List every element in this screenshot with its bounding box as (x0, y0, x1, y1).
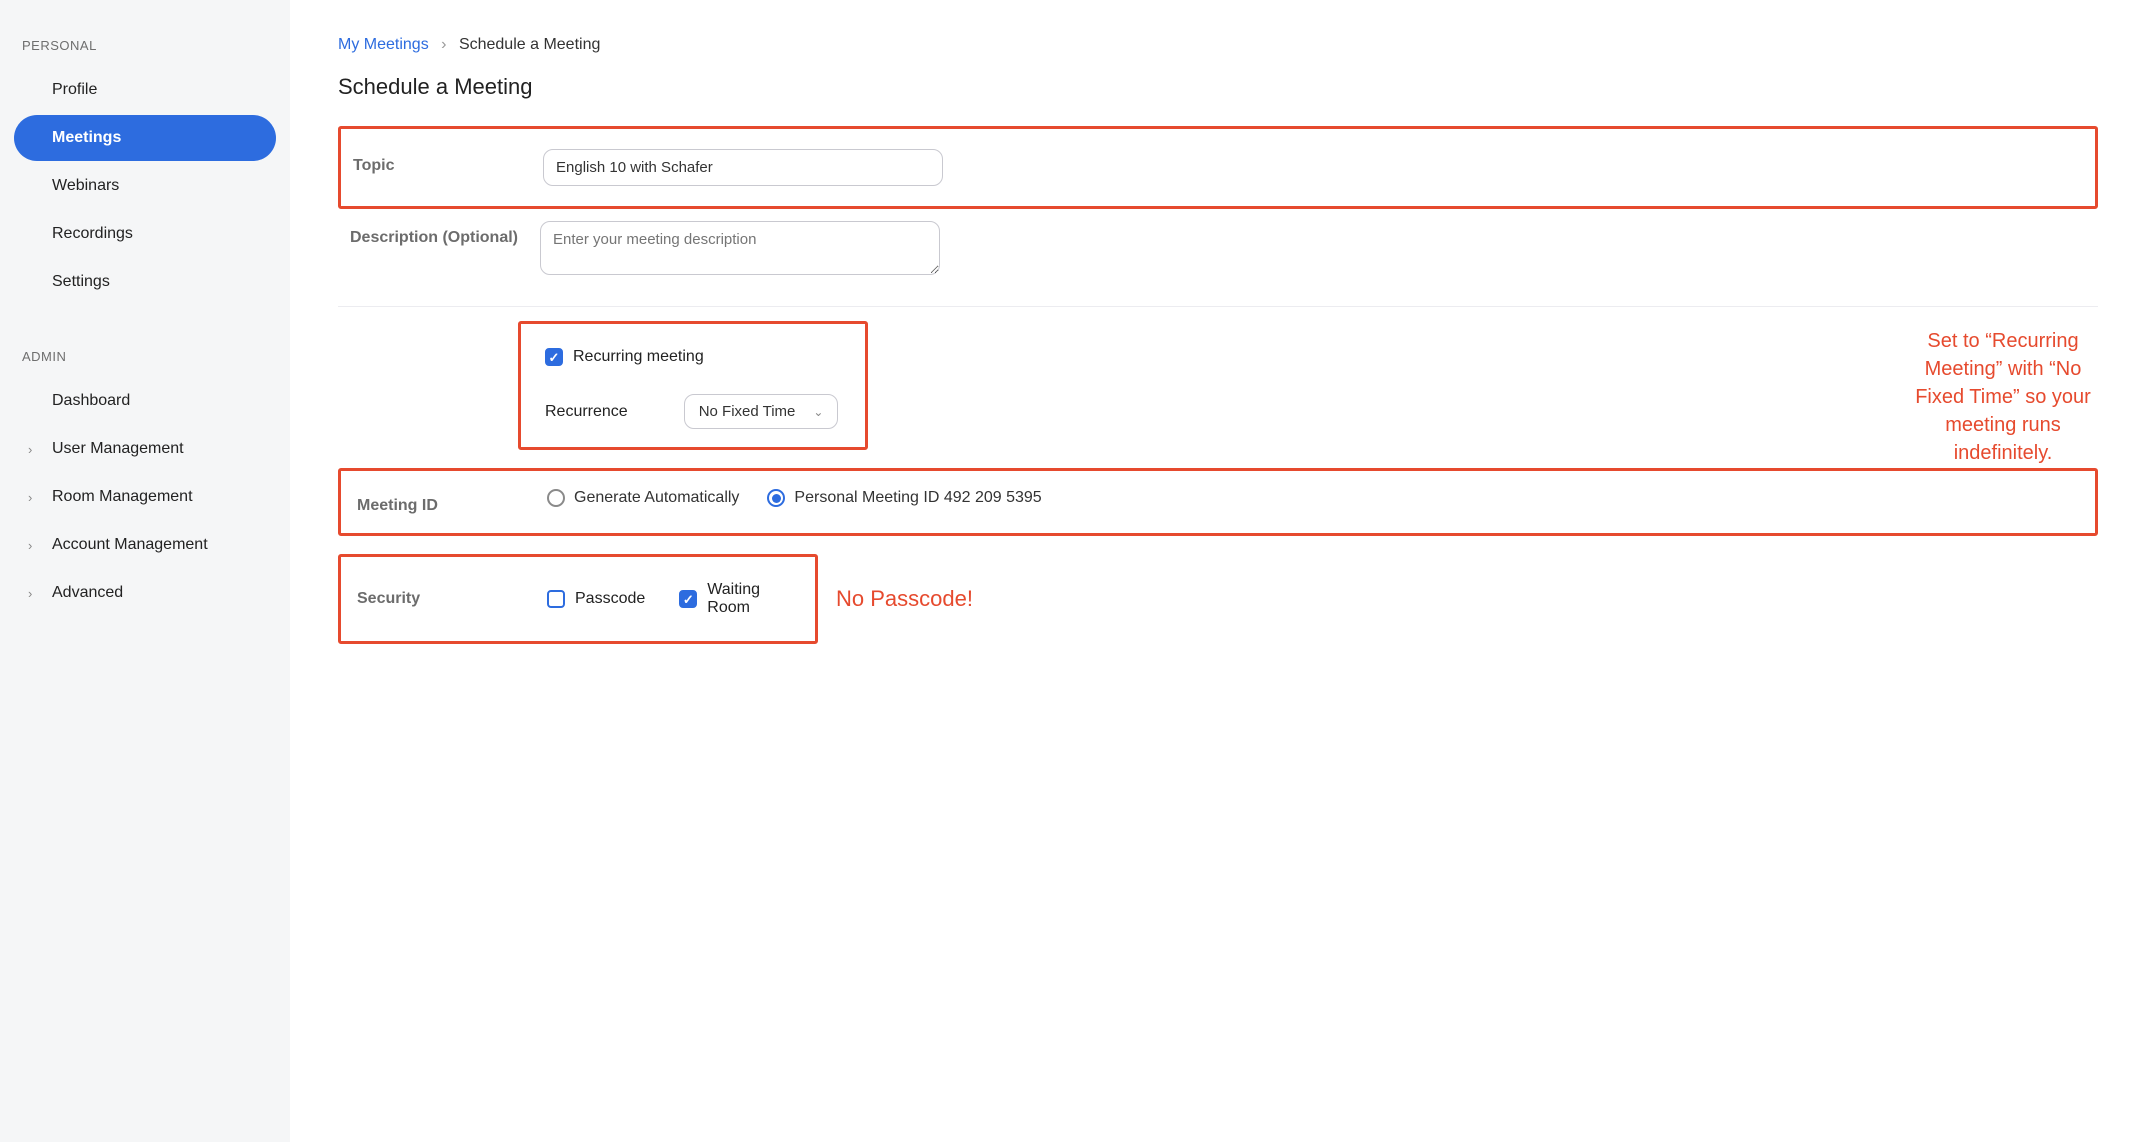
description-input[interactable] (540, 221, 940, 275)
radio-label: Generate Automatically (574, 489, 739, 507)
radio-icon (547, 489, 565, 507)
form-row-meeting-id: Meeting ID Generate Automatically Person… (353, 479, 2083, 525)
sidebar-item-label: Meetings (52, 129, 121, 147)
form-row-topic: Topic (353, 137, 2083, 198)
recurring-checkbox[interactable] (545, 348, 563, 366)
sidebar-item-label: Room Management (52, 488, 193, 506)
recurrence-row: Recurrence No Fixed Time ⌄ (545, 394, 853, 429)
annotation-text-recurring: Set to “Recurring Meeting” with “No Fixe… (1898, 327, 2108, 467)
sidebar-item-dashboard[interactable]: Dashboard (14, 378, 276, 424)
annotation-highlight-meeting-id: Meeting ID Generate Automatically Person… (338, 468, 2098, 536)
radio-icon (767, 489, 785, 507)
annotation-highlight-recurring: Recurring meeting Recurrence No Fixed Ti… (518, 321, 868, 450)
sidebar-item-label: Account Management (52, 536, 208, 554)
sidebar-item-recordings[interactable]: Recordings (14, 211, 276, 257)
radio-label: Personal Meeting ID 492 209 5395 (794, 489, 1041, 507)
sidebar-item-label: Dashboard (52, 392, 130, 410)
waiting-room-checkbox-label: Waiting Room (707, 581, 799, 617)
breadcrumb-current: Schedule a Meeting (459, 36, 600, 53)
annotation-highlight-topic: Topic (338, 126, 2098, 209)
sidebar-item-settings[interactable]: Settings (14, 259, 276, 305)
sidebar-item-label: Webinars (52, 177, 119, 195)
sidebar-item-meetings[interactable]: Meetings (14, 115, 276, 161)
recurring-section: Recurring meeting Recurrence No Fixed Ti… (338, 321, 2098, 450)
sidebar-item-user-management[interactable]: › User Management (14, 426, 276, 472)
recurrence-select-value: No Fixed Time (699, 403, 796, 420)
chevron-right-icon: › (28, 442, 32, 457)
chevron-down-icon: ⌄ (813, 405, 823, 419)
sidebar-section-admin: ADMIN (0, 339, 290, 376)
passcode-checkbox-label: Passcode (575, 590, 645, 608)
annotation-highlight-security: Security Passcode Waiting Room (338, 554, 818, 644)
sidebar-item-profile[interactable]: Profile (14, 67, 276, 113)
label-security: Security (357, 590, 547, 608)
recurring-checkbox-label: Recurring meeting (573, 348, 704, 366)
page-title: Schedule a Meeting (338, 74, 2098, 100)
main-content: My Meetings › Schedule a Meeting Schedul… (290, 0, 2146, 1142)
breadcrumb: My Meetings › Schedule a Meeting (338, 36, 2098, 54)
radio-personal-meeting-id[interactable]: Personal Meeting ID 492 209 5395 (767, 489, 1041, 507)
chevron-right-icon: › (28, 586, 32, 601)
chevron-right-icon: › (28, 538, 32, 553)
topic-input[interactable] (543, 149, 943, 186)
radio-generate-auto[interactable]: Generate Automatically (547, 489, 739, 507)
sidebar-item-account-management[interactable]: › Account Management (14, 522, 276, 568)
form-row-security: Security Passcode Waiting Room (353, 565, 803, 633)
label-meeting-id: Meeting ID (357, 489, 547, 515)
sidebar-item-label: Settings (52, 273, 110, 291)
recurring-checkbox-row[interactable]: Recurring meeting (545, 342, 853, 372)
waiting-room-checkbox-row[interactable]: Waiting Room (679, 575, 799, 623)
chevron-right-icon: › (28, 490, 32, 505)
security-section: Security Passcode Waiting Room No Passco… (338, 554, 2098, 644)
sidebar-item-label: Profile (52, 81, 97, 99)
breadcrumb-separator: › (441, 36, 446, 53)
breadcrumb-parent[interactable]: My Meetings (338, 36, 429, 53)
label-description: Description (Optional) (350, 221, 540, 247)
passcode-checkbox[interactable] (547, 590, 565, 608)
passcode-checkbox-row[interactable]: Passcode (547, 584, 645, 614)
label-topic: Topic (353, 149, 543, 175)
sidebar-item-label: Recordings (52, 225, 133, 243)
sidebar: PERSONAL Profile Meetings Webinars Recor… (0, 0, 290, 1142)
divider (338, 306, 2098, 307)
form-row-description: Description (Optional) (338, 209, 2098, 292)
sidebar-item-webinars[interactable]: Webinars (14, 163, 276, 209)
waiting-room-checkbox[interactable] (679, 590, 697, 608)
sidebar-item-advanced[interactable]: › Advanced (14, 570, 276, 616)
annotation-text-passcode: No Passcode! (836, 584, 973, 615)
label-recurrence: Recurrence (545, 403, 628, 421)
sidebar-item-room-management[interactable]: › Room Management (14, 474, 276, 520)
recurrence-select[interactable]: No Fixed Time ⌄ (684, 394, 839, 429)
meeting-id-radio-group: Generate Automatically Personal Meeting … (547, 489, 2079, 507)
sidebar-section-personal: PERSONAL (0, 28, 290, 65)
sidebar-item-label: User Management (52, 440, 184, 458)
sidebar-item-label: Advanced (52, 584, 123, 602)
app-root: PERSONAL Profile Meetings Webinars Recor… (0, 0, 2146, 1142)
